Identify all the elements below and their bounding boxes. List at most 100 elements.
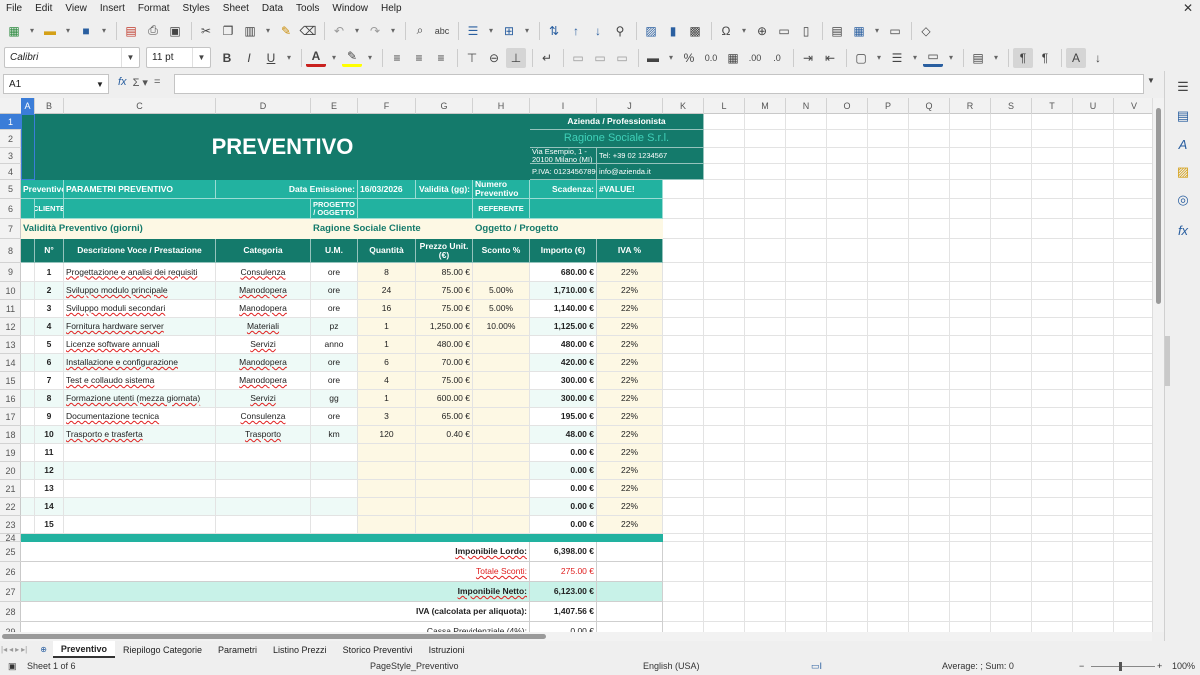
- row-header-7[interactable]: 7: [0, 219, 21, 239]
- align-left-icon[interactable]: ≡: [387, 48, 407, 68]
- empty-cell[interactable]: [1073, 498, 1114, 516]
- item-unit-price[interactable]: 70.00 €: [416, 354, 473, 372]
- empty-cell[interactable]: [786, 426, 827, 444]
- referent-label[interactable]: REFERENTE: [473, 199, 530, 219]
- empty-cell[interactable]: [827, 336, 868, 354]
- new-document-icon[interactable]: ▦: [4, 21, 24, 41]
- formula-icon[interactable]: =: [154, 76, 160, 89]
- empty-cell[interactable]: [991, 282, 1032, 300]
- item-amount[interactable]: 0.00 €: [530, 516, 597, 534]
- menu-data[interactable]: Data: [262, 3, 283, 14]
- empty-cell[interactable]: [991, 164, 1032, 180]
- empty-cell[interactable]: [827, 498, 868, 516]
- row-header-22[interactable]: 22: [0, 498, 21, 516]
- empty-cell[interactable]: [950, 498, 991, 516]
- font-size-combo[interactable]: 11 pt ▼: [146, 47, 211, 68]
- empty-cell[interactable]: [786, 300, 827, 318]
- empty-cell[interactable]: [1114, 263, 1152, 282]
- freeze-dropdown-icon[interactable]: ▾: [871, 21, 883, 41]
- increase-indent-icon[interactable]: ⇥: [798, 48, 818, 68]
- borders-dropdown-icon[interactable]: ▾: [873, 48, 885, 68]
- empty-cell[interactable]: [786, 318, 827, 336]
- empty-cell[interactable]: [868, 622, 909, 632]
- empty-cell[interactable]: [950, 148, 991, 164]
- underline-dropdown-icon[interactable]: ▾: [283, 48, 295, 68]
- row-header-13[interactable]: 13: [0, 336, 21, 354]
- empty-cell[interactable]: [827, 582, 868, 602]
- font-name-combo[interactable]: Calibri ▼: [4, 47, 140, 68]
- empty-cell[interactable]: [950, 372, 991, 390]
- empty-cell[interactable]: [868, 534, 909, 542]
- empty-cell[interactable]: [663, 602, 704, 622]
- empty-cell[interactable]: [1114, 534, 1152, 542]
- empty-cell[interactable]: [704, 408, 745, 426]
- empty-cell[interactable]: [21, 263, 35, 282]
- empty-cell[interactable]: [1114, 582, 1152, 602]
- sheet-tab-preventivo[interactable]: Preventivo: [52, 641, 115, 658]
- item-category[interactable]: Manodopera: [216, 354, 311, 372]
- item-amount[interactable]: 300.00 €: [530, 372, 597, 390]
- currency-dropdown-icon[interactable]: ▾: [665, 48, 677, 68]
- client-name[interactable]: Ragione Sociale Cliente: [311, 219, 473, 239]
- item-category[interactable]: Manodopera: [216, 372, 311, 390]
- empty-cell[interactable]: [663, 199, 704, 219]
- column-header-a[interactable]: A: [21, 98, 35, 114]
- empty-cell[interactable]: [1073, 426, 1114, 444]
- empty-cell[interactable]: [868, 444, 909, 462]
- empty-cell[interactable]: [950, 542, 991, 562]
- selection-mode-icon[interactable]: ▭I: [811, 661, 822, 672]
- empty-cell[interactable]: [909, 263, 950, 282]
- empty-cell[interactable]: [1114, 318, 1152, 336]
- column-header-k[interactable]: K: [663, 98, 704, 114]
- item-unit[interactable]: ore: [311, 282, 358, 300]
- empty-cell[interactable]: [745, 582, 786, 602]
- item-unit-price[interactable]: 75.00 €: [416, 282, 473, 300]
- row-icon[interactable]: ☰: [463, 21, 483, 41]
- empty-cell[interactable]: [704, 622, 745, 632]
- empty-cell[interactable]: [1073, 516, 1114, 534]
- sort-descending-icon[interactable]: ↓: [588, 21, 608, 41]
- item-description[interactable]: Test e collaudo sistema: [64, 372, 216, 390]
- project-name[interactable]: Oggetto / Progetto: [473, 219, 663, 239]
- number-label[interactable]: Numero Preventivo: [473, 180, 530, 199]
- item-vat[interactable]: 22%: [597, 390, 663, 408]
- company-address[interactable]: Via Esempio, 1 - 20100 Milano (MI): [530, 148, 597, 164]
- menu-help[interactable]: Help: [381, 3, 402, 14]
- menu-edit[interactable]: Edit: [35, 3, 52, 14]
- empty-cell[interactable]: [1073, 130, 1114, 148]
- empty-cell[interactable]: [704, 462, 745, 480]
- item-number[interactable]: 10: [35, 426, 64, 444]
- menu-sheet[interactable]: Sheet: [223, 3, 249, 14]
- item-unit[interactable]: ore: [311, 372, 358, 390]
- empty-cell[interactable]: [786, 562, 827, 582]
- empty-cell[interactable]: [1032, 263, 1073, 282]
- empty-cell[interactable]: [1032, 354, 1073, 372]
- empty-cell[interactable]: [663, 462, 704, 480]
- empty-cell[interactable]: [909, 164, 950, 180]
- empty-cell[interactable]: [991, 480, 1032, 498]
- insert-chart-icon[interactable]: ▮: [663, 21, 683, 41]
- export-pdf-icon[interactable]: ▤: [121, 21, 141, 41]
- empty-cell[interactable]: [991, 199, 1032, 219]
- empty-cell[interactable]: [950, 130, 991, 148]
- empty-cell[interactable]: [1114, 542, 1152, 562]
- empty-cell[interactable]: [868, 164, 909, 180]
- empty-cell[interactable]: [1073, 300, 1114, 318]
- empty-cell[interactable]: [950, 534, 991, 542]
- item-description[interactable]: Sviluppo moduli secondari: [64, 300, 216, 318]
- total-label[interactable]: IVA (calcolata per aliquota):: [21, 602, 530, 622]
- empty-cell[interactable]: [1032, 282, 1073, 300]
- italic-button[interactable]: I: [239, 48, 259, 68]
- empty-cell[interactable]: [868, 408, 909, 426]
- empty-cell[interactable]: [663, 219, 704, 239]
- comment-icon[interactable]: ▭: [774, 21, 794, 41]
- headers-footers-icon[interactable]: ▯: [796, 21, 816, 41]
- empty-cell[interactable]: [597, 542, 663, 562]
- empty-cell[interactable]: [745, 498, 786, 516]
- empty-cell[interactable]: [1073, 480, 1114, 498]
- item-quantity[interactable]: [358, 480, 416, 498]
- align-bottom-icon[interactable]: ⊥: [506, 47, 526, 68]
- column-header-d[interactable]: D: [216, 98, 311, 114]
- empty-cell[interactable]: [950, 300, 991, 318]
- empty-cell[interactable]: [21, 462, 35, 480]
